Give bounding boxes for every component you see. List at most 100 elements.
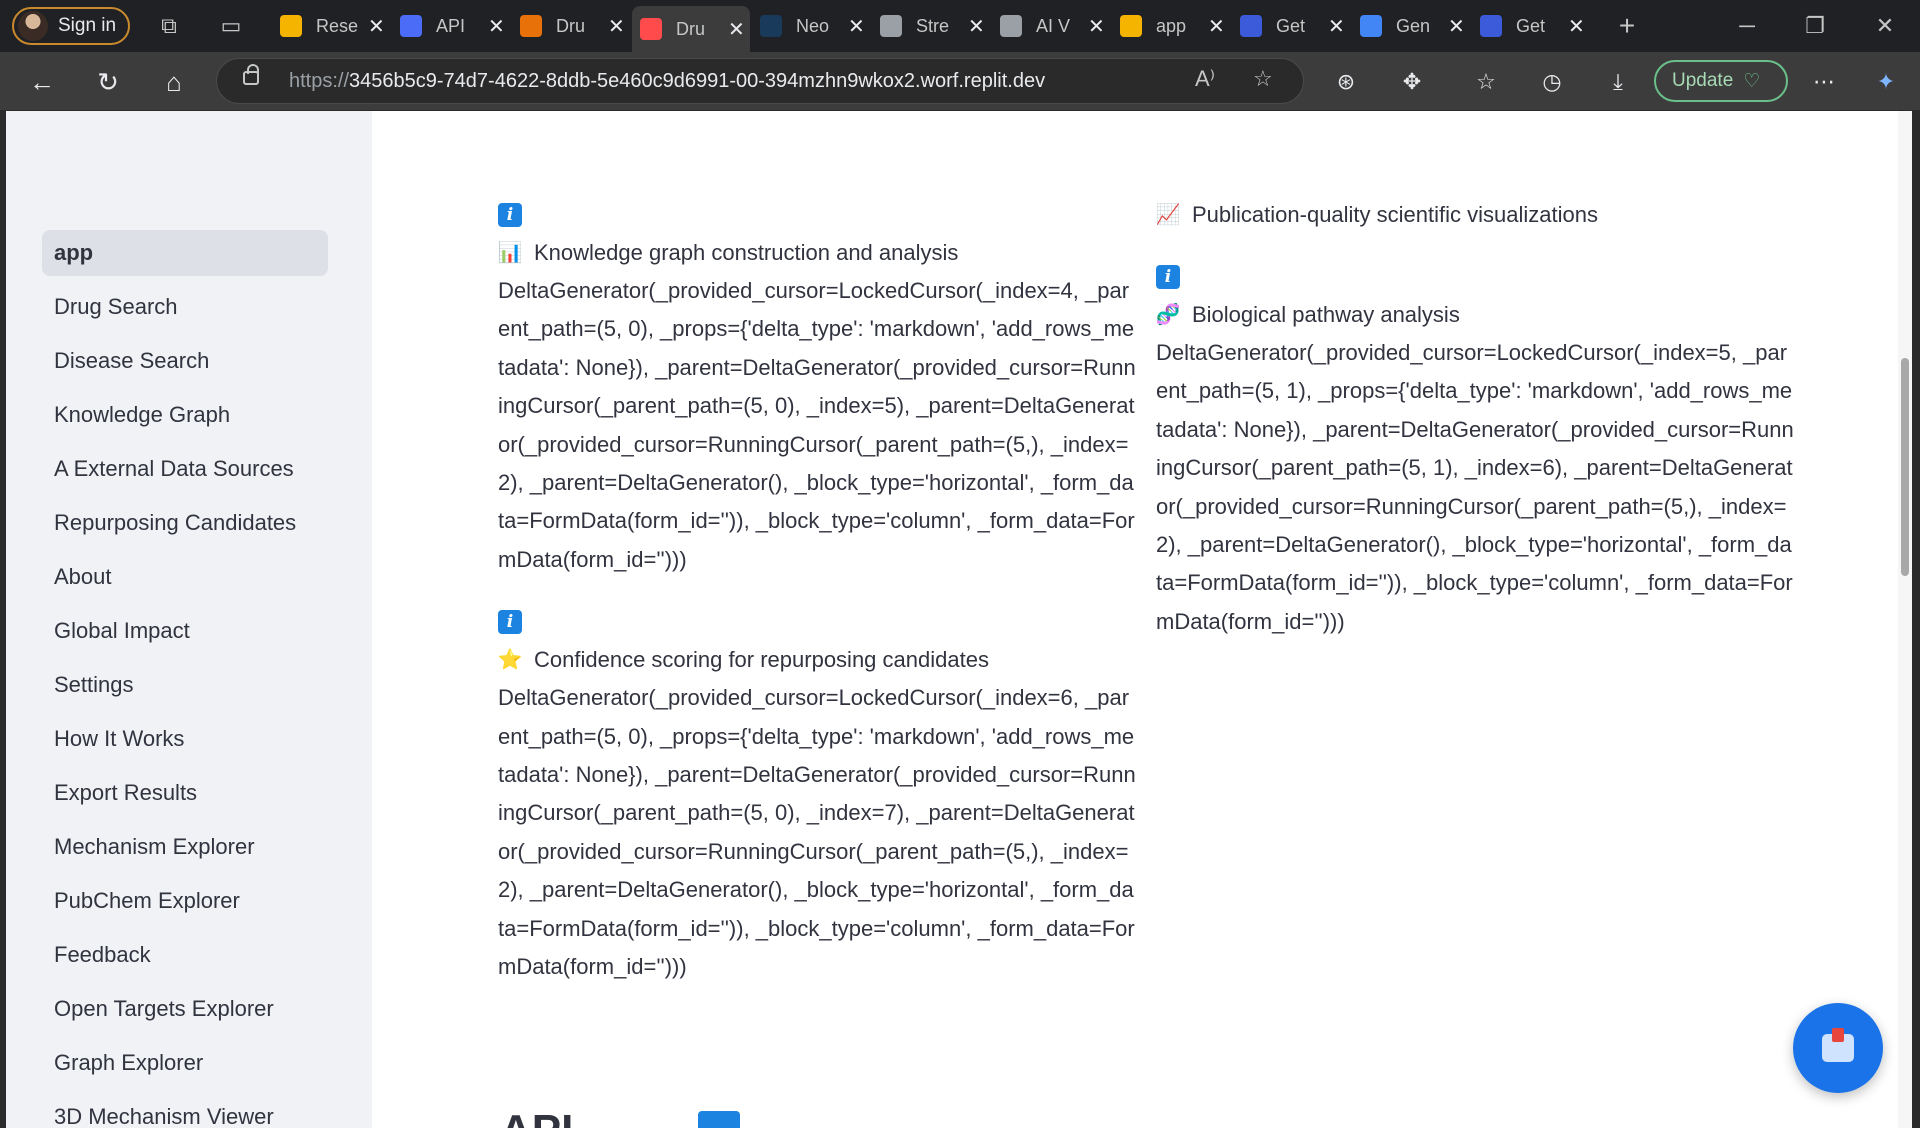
info-block: i ⭐ Confidence scoring for repurposing can… <box>498 603 1138 986</box>
tab-title: Dru <box>556 15 586 36</box>
close-tab-icon[interactable]: ✕ <box>1328 14 1345 39</box>
tab-favicon-icon <box>1120 15 1142 37</box>
close-tab-icon[interactable]: ✕ <box>608 14 625 39</box>
restore-icon[interactable]: ❐ <box>1798 9 1832 43</box>
sidebar-item[interactable]: Feedback <box>42 932 328 978</box>
tab-actions-icon[interactable]: ▭ <box>214 9 248 43</box>
close-tab-icon[interactable]: ✕ <box>368 14 385 39</box>
browser-tab[interactable]: API ✕ <box>392 8 510 44</box>
favorite-star-icon[interactable]: ☆ <box>1253 66 1273 92</box>
sidebar-item[interactable]: PubChem Explorer <box>42 878 328 924</box>
history-icon[interactable]: ◷ <box>1534 64 1570 100</box>
sidebar-item[interactable]: Repurposing Candidates <box>42 500 328 546</box>
info-block: i 🧬 Biological pathway analysis DeltaGen… <box>1156 258 1796 641</box>
tab-title: Dru <box>676 18 706 39</box>
close-tab-icon[interactable]: ✕ <box>1208 14 1225 39</box>
browser-tab-bar: Sign in ⧉ ▭ Rese ✕ API ✕ Dru ✕ Dru ✕ Neo ✕ Stre ✕ AI… <box>0 0 1920 52</box>
info-icon: i <box>1156 265 1180 289</box>
main-content: i 📊 Knowledge graph construction and analy… <box>372 111 1912 1128</box>
downloads-icon[interactable]: ⤓ <box>1600 64 1636 100</box>
back-icon[interactable]: ← <box>24 64 60 100</box>
tab-title: Gen <box>1396 15 1431 36</box>
sidebar-item[interactable]: app <box>42 230 328 276</box>
home-icon[interactable]: ⌂ <box>156 64 192 100</box>
extensions-icon[interactable]: ✥ <box>1394 64 1430 100</box>
close-tab-icon[interactable]: ✕ <box>728 17 745 42</box>
section-heading: API... <box>500 1106 610 1128</box>
close-window-icon[interactable]: ✕ <box>1868 9 1902 43</box>
feature-line: 🧬 Biological pathway analysis <box>1156 296 1796 334</box>
tab-title: Rese <box>316 15 359 36</box>
browser-tab[interactable]: Dru ✕ <box>512 8 630 44</box>
tab-title: AI V <box>1036 15 1071 36</box>
close-tab-icon[interactable]: ✕ <box>1568 14 1585 39</box>
close-tab-icon[interactable]: ✕ <box>488 14 505 39</box>
browser-tab[interactable]: Dru ✕ <box>632 6 750 52</box>
avatar <box>18 11 48 41</box>
star-icon: ⭐ <box>497 649 523 672</box>
close-tab-icon[interactable]: ✕ <box>968 14 985 39</box>
tab-title: API <box>436 15 466 36</box>
bar-chart-icon: 📊 <box>497 241 523 264</box>
info-icon: i <box>498 610 522 635</box>
feature-text: Knowledge graph construction and analysi… <box>534 239 959 265</box>
refresh-icon[interactable]: ↻ <box>90 64 126 100</box>
browser-toolbar: ← ↻ ⌂ https://3456b5c9-74d7-4622-8ddb-5e… <box>0 52 1920 110</box>
scrollbar-thumb[interactable] <box>1901 358 1909 576</box>
sidebar-item[interactable]: 3D Mechanism Viewer <box>42 1094 328 1128</box>
copilot-extension-icon[interactable]: ⊛ <box>1328 64 1364 100</box>
browser-tab[interactable]: Neo ✕ <box>752 8 870 44</box>
close-tab-icon[interactable]: ✕ <box>1088 14 1105 39</box>
feature-text: Confidence scoring for repurposing candi… <box>534 647 989 673</box>
address-bar[interactable]: https://3456b5c9-74d7-4622-8ddb-5e460c9d… <box>216 58 1304 104</box>
url-text[interactable]: https://3456b5c9-74d7-4622-8ddb-5e460c9d… <box>289 70 1045 93</box>
tab-favicon-icon <box>1360 15 1382 37</box>
delta-generator-text: DeltaGenerator(_provided_cursor=LockedCu… <box>1156 340 1794 634</box>
dna-icon: 🧬 <box>1155 303 1181 326</box>
update-label: Update <box>1672 70 1734 91</box>
sign-in-label: Sign in <box>58 15 117 36</box>
sidebar-item[interactable]: Open Targets Explorer <box>42 986 328 1032</box>
sidebar-item[interactable]: How It Works <box>42 716 328 762</box>
sidebar-item[interactable]: About <box>42 554 328 600</box>
browser-tab[interactable]: Get ✕ <box>1472 8 1590 44</box>
new-tab-icon[interactable]: + <box>1610 9 1644 43</box>
feature-text: Biological pathway analysis <box>1192 301 1460 327</box>
app-page: app Drug Search Disease Search Knowledge Gr… <box>6 111 1912 1128</box>
tab-favicon-icon <box>760 15 782 37</box>
tab-favicon-icon <box>1480 15 1502 37</box>
browser-tab[interactable]: app ✕ <box>1112 8 1230 44</box>
tab-favicon-icon <box>1240 15 1262 37</box>
sidebar-item[interactable]: Knowledge Graph <box>42 392 328 438</box>
sidebar-item[interactable]: Graph Explorer <box>42 1040 328 1086</box>
read-aloud-icon[interactable]: A⁾ <box>1195 66 1215 92</box>
sidebar-item[interactable]: Export Results <box>42 770 328 816</box>
sidebar-item[interactable]: Drug Search <box>42 284 328 330</box>
close-tab-icon[interactable]: ✕ <box>848 14 865 39</box>
copilot-icon[interactable]: ✦ <box>1868 64 1904 100</box>
browser-tab[interactable]: Gen ✕ <box>1352 8 1470 44</box>
browser-tab[interactable]: AI V ✕ <box>992 8 1110 44</box>
sidebar-item[interactable]: Disease Search <box>42 338 328 384</box>
browser-tab[interactable]: Stre ✕ <box>872 8 990 44</box>
favorites-icon[interactable]: ☆ <box>1468 64 1504 100</box>
tab-title: app <box>1156 15 1187 36</box>
close-tab-icon[interactable]: ✕ <box>1448 14 1465 39</box>
tab-favicon-icon <box>640 18 662 40</box>
minimize-icon[interactable]: ─ <box>1730 9 1764 43</box>
browser-tab[interactable]: Get ✕ <box>1232 8 1350 44</box>
floating-inbox-button[interactable] <box>1793 1003 1883 1093</box>
scrollbar[interactable] <box>1898 111 1912 1128</box>
sign-in-button[interactable]: Sign in <box>12 7 130 45</box>
browser-tab[interactable]: Rese ✕ <box>272 8 390 44</box>
sidebar-item[interactable]: Settings <box>42 662 328 708</box>
sidebar-item[interactable]: Global Impact <box>42 608 328 654</box>
heartbeat-icon: ♡ <box>1743 70 1761 92</box>
feature-line: ⭐ Confidence scoring for repurposing cand… <box>498 641 1138 679</box>
workspaces-icon[interactable]: ⧉ <box>152 9 186 43</box>
update-button[interactable]: Update ♡ <box>1654 60 1788 102</box>
more-menu-icon[interactable]: ⋯ <box>1806 64 1842 100</box>
tab-favicon-icon <box>400 15 422 37</box>
sidebar-item[interactable]: Mechanism Explorer <box>42 824 328 870</box>
sidebar-item[interactable]: A External Data Sources <box>42 446 328 492</box>
